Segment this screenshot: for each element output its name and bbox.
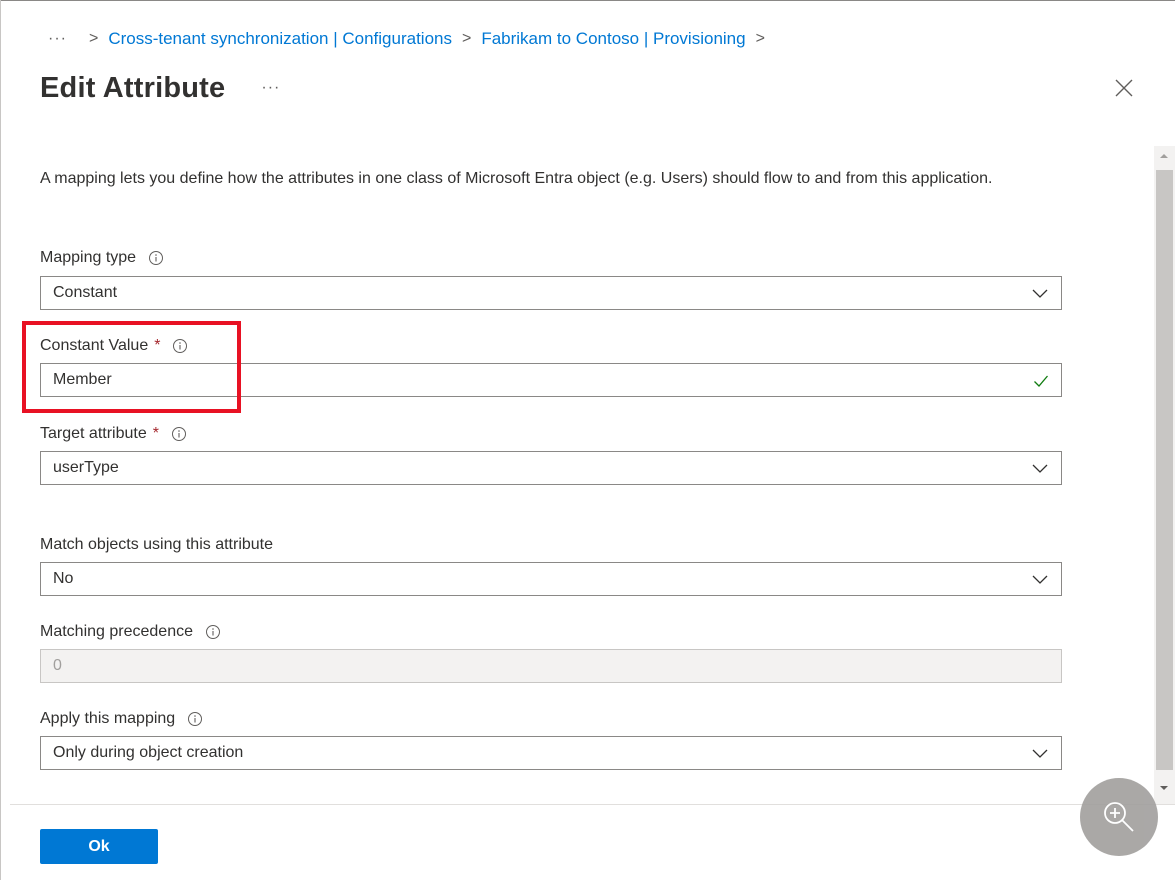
breadcrumb-more-icon[interactable]: ··· <box>48 30 67 48</box>
target-attribute-label-text: Target attribute <box>40 425 147 442</box>
breadcrumb-item-provisioning[interactable]: Fabrikam to Contoso | Provisioning <box>481 29 745 49</box>
description-text: A mapping lets you define how the attrib… <box>40 170 993 187</box>
more-options-icon[interactable]: ··· <box>261 79 280 97</box>
matching-precedence-input: 0 <box>40 649 1062 683</box>
matching-precedence-value: 0 <box>53 657 62 674</box>
close-button[interactable] <box>1110 74 1138 102</box>
scroll-up-arrow-icon[interactable] <box>1158 150 1170 162</box>
mapping-type-label-text: Mapping type <box>40 249 137 266</box>
constant-value-text: Member <box>53 371 112 388</box>
constant-value-input[interactable]: Member <box>40 363 1062 397</box>
match-objects-label: Match objects using this attribute <box>40 534 273 556</box>
chevron-down-icon <box>1032 289 1048 298</box>
chevron-down-icon <box>1032 575 1048 584</box>
breadcrumb: ··· > Cross-tenant synchronization | Con… <box>48 28 775 50</box>
chevron-right-icon: > <box>88 30 99 47</box>
zoom-in-icon <box>1104 802 1134 832</box>
apply-mapping-value: Only during object creation <box>53 744 244 761</box>
title-row: Edit Attribute ··· <box>40 66 280 110</box>
apply-mapping-dropdown[interactable]: Only during object creation <box>40 736 1062 770</box>
top-border <box>0 0 1175 1</box>
left-border <box>0 0 1 880</box>
info-icon[interactable] <box>171 426 187 442</box>
match-objects-label-text: Match objects using this attribute <box>40 536 274 553</box>
mapping-type-label: Mapping type <box>40 247 164 269</box>
match-objects-dropdown[interactable]: No <box>40 562 1062 596</box>
matching-precedence-label-text: Matching precedence <box>40 623 193 640</box>
constant-value-label-text: Constant Value <box>40 337 149 354</box>
ok-button[interactable]: Ok <box>40 829 158 864</box>
match-objects-value: No <box>53 570 74 587</box>
scroll-down-arrow-icon[interactable] <box>1158 782 1170 794</box>
info-icon[interactable] <box>187 711 203 727</box>
zoom-button[interactable] <box>1080 778 1158 856</box>
info-icon[interactable] <box>172 338 188 354</box>
chevron-right-icon: > <box>461 30 472 47</box>
target-attribute-value: userType <box>53 459 119 476</box>
info-icon[interactable] <box>205 624 221 640</box>
footer-divider <box>10 804 1175 805</box>
mapping-type-dropdown[interactable]: Constant <box>40 276 1062 310</box>
apply-mapping-label: Apply this mapping <box>40 708 203 730</box>
page-title: Edit Attribute <box>40 71 226 104</box>
checkmark-icon <box>1034 375 1048 387</box>
apply-mapping-label-text: Apply this mapping <box>40 710 176 727</box>
target-attribute-dropdown[interactable]: userType <box>40 451 1062 485</box>
close-icon <box>1115 79 1133 97</box>
mapping-type-value: Constant <box>53 284 118 301</box>
matching-precedence-label: Matching precedence <box>40 621 221 643</box>
constant-value-label: Constant Value * <box>40 335 188 357</box>
info-icon[interactable] <box>148 250 164 266</box>
breadcrumb-item-configurations[interactable]: Cross-tenant synchronization | Configura… <box>108 29 452 49</box>
target-attribute-label: Target attribute * <box>40 423 187 445</box>
scrollbar-thumb[interactable] <box>1156 170 1173 770</box>
chevron-right-icon: > <box>755 30 765 47</box>
required-asterisk: * <box>154 337 161 354</box>
chevron-down-icon <box>1032 464 1048 473</box>
required-asterisk: * <box>152 425 159 442</box>
chevron-down-icon <box>1032 749 1048 758</box>
